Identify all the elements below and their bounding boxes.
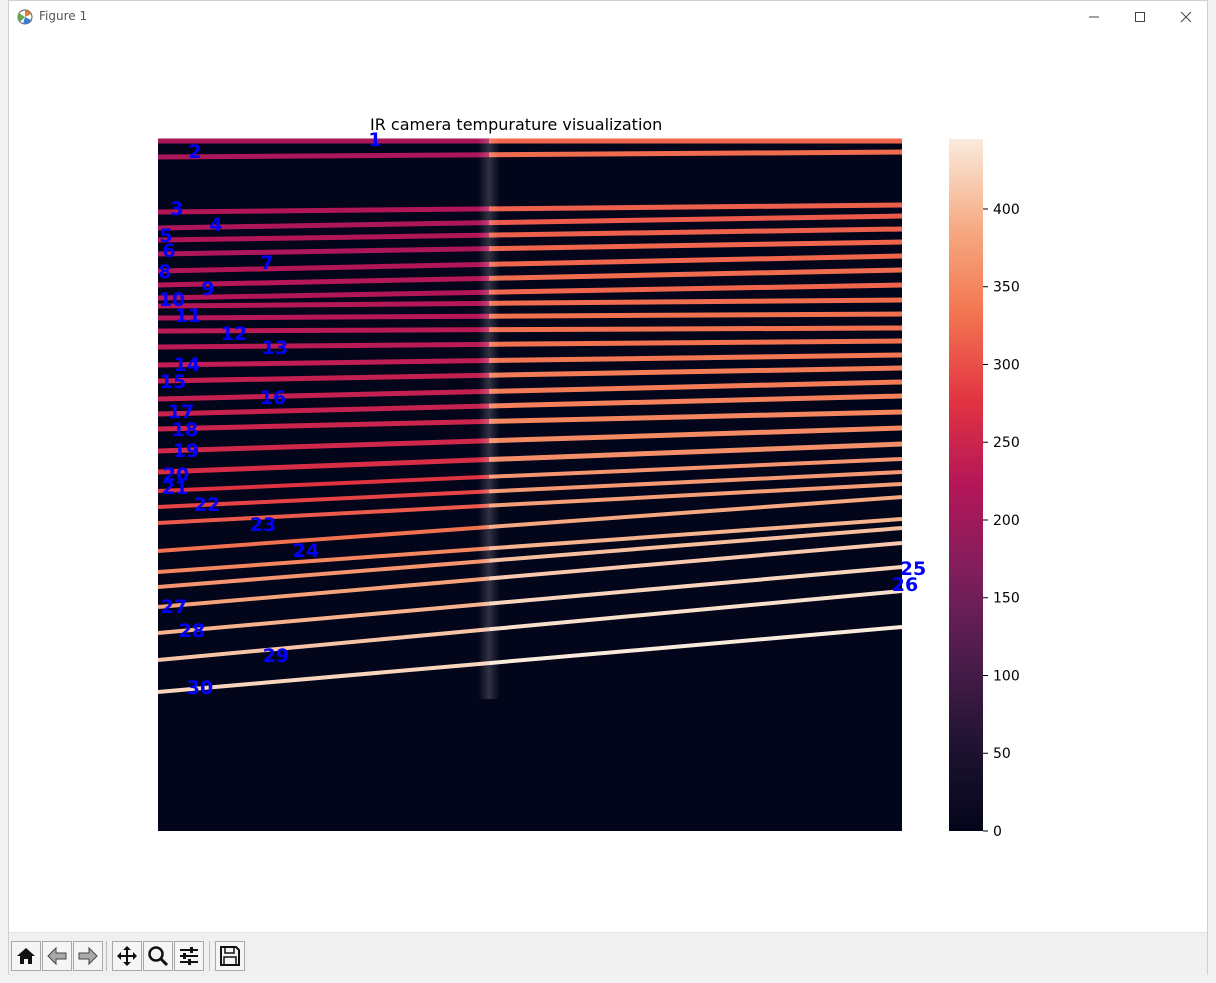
line-label-13: 13 bbox=[262, 337, 288, 359]
line-label-1: 1 bbox=[368, 129, 381, 151]
line-label-6: 6 bbox=[162, 240, 175, 262]
colorbar-tick-label-100: 100 bbox=[993, 668, 1020, 684]
line-label-22: 22 bbox=[194, 494, 220, 516]
colorbar-tick-label-400: 400 bbox=[993, 202, 1020, 218]
heatmap-line-10-left bbox=[157, 300, 490, 309]
line-label-18: 18 bbox=[172, 419, 198, 441]
line-label-11: 11 bbox=[175, 305, 201, 327]
heatmap-line-10-right bbox=[488, 297, 903, 306]
heatmap-line-2-right bbox=[488, 149, 903, 158]
line-label-7: 7 bbox=[260, 252, 273, 274]
line-label-30: 30 bbox=[187, 677, 213, 699]
line-label-23: 23 bbox=[250, 514, 276, 536]
colorbar-tick-label-50: 50 bbox=[993, 746, 1011, 762]
line-label-4: 4 bbox=[209, 214, 222, 236]
heatmap-line-2-left bbox=[157, 152, 490, 160]
heatmap-line-13-right bbox=[488, 338, 903, 347]
line-label-29: 29 bbox=[263, 645, 289, 667]
line-label-24: 24 bbox=[293, 540, 319, 562]
colorbar-tick-label-0: 0 bbox=[993, 824, 1002, 840]
line-label-8: 8 bbox=[158, 261, 171, 283]
colorbar-tick-label-200: 200 bbox=[993, 513, 1020, 529]
colorbar-tick-label-250: 250 bbox=[993, 435, 1020, 451]
heatmap-line-3-left bbox=[157, 206, 490, 215]
colorbar-tick-label-350: 350 bbox=[993, 280, 1020, 296]
line-label-28: 28 bbox=[179, 620, 205, 642]
colorbar-tick-label-150: 150 bbox=[993, 591, 1020, 607]
line-label-16: 16 bbox=[260, 387, 286, 409]
heatmap-line-11-right bbox=[488, 311, 903, 319]
line-label-2: 2 bbox=[188, 141, 201, 163]
line-label-27: 27 bbox=[161, 596, 187, 618]
heatmap-line-12-right bbox=[488, 325, 903, 333]
colorbar-ticks: 0 50 100 150 200 250 300 350 400 bbox=[983, 202, 1020, 840]
heatmap-line-13-left bbox=[157, 341, 490, 350]
heatmap-line-12-left bbox=[157, 327, 490, 334]
line-label-15: 15 bbox=[160, 371, 186, 393]
heatmap-line-11-left bbox=[157, 313, 490, 321]
line-label-21: 21 bbox=[162, 477, 188, 499]
heatmap-seam bbox=[478, 139, 500, 699]
line-label-12: 12 bbox=[221, 323, 247, 345]
line-label-19: 19 bbox=[173, 440, 199, 462]
line-label-26: 26 bbox=[892, 574, 918, 596]
heatmap-chart: 1234567891011121314151617181920212223242… bbox=[157, 129, 1020, 840]
colorbar-tick-label-300: 300 bbox=[993, 357, 1020, 373]
line-label-3: 3 bbox=[170, 198, 183, 220]
line-label-9: 9 bbox=[201, 278, 214, 300]
colorbar bbox=[949, 139, 983, 831]
